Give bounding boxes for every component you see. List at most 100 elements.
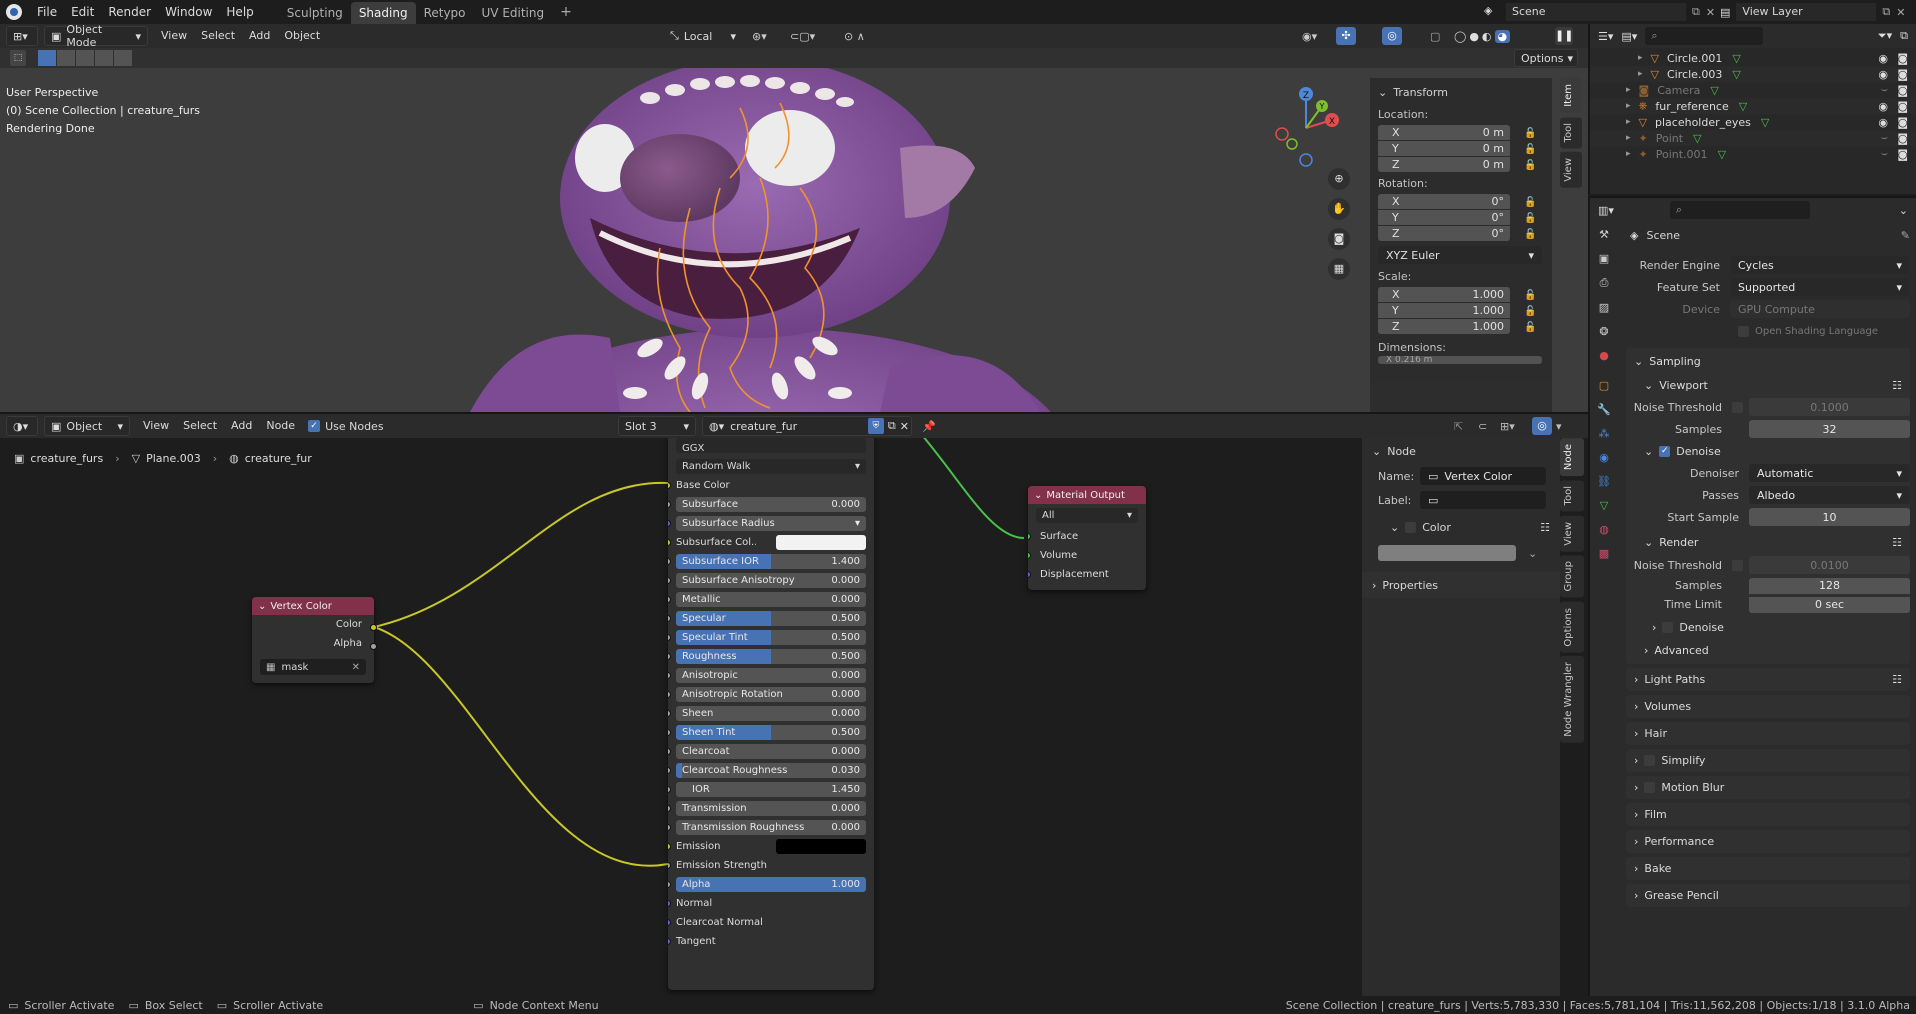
- scene-tab-icon[interactable]: ❂: [1599, 325, 1608, 338]
- world-tab-icon[interactable]: ●: [1599, 349, 1609, 362]
- input-socket[interactable]: [668, 786, 671, 793]
- sidebar-tab-item[interactable]: Item: [1560, 78, 1582, 113]
- filter-icon[interactable]: ⏷▾: [1878, 29, 1892, 43]
- rotation-z-field[interactable]: Z 0°: [1378, 226, 1510, 241]
- constraints-tab-icon[interactable]: ⛓: [1597, 475, 1611, 488]
- noise-checkbox[interactable]: [1732, 401, 1743, 413]
- render-tab-icon[interactable]: ▣: [1599, 252, 1609, 265]
- properties-section-hair[interactable]: › Hair: [1626, 722, 1910, 745]
- input-socket[interactable]: [668, 501, 671, 508]
- options-dropdown[interactable]: Options ▾: [1514, 49, 1578, 67]
- list-icon[interactable]: ☷: [1892, 379, 1902, 392]
- menu-edit[interactable]: Edit: [64, 0, 101, 24]
- visibility-icon[interactable]: ◉▾: [1302, 30, 1317, 43]
- render-denoise-checkbox[interactable]: [1662, 621, 1674, 633]
- time-limit-field[interactable]: 0 sec: [1749, 596, 1910, 613]
- pin-icon[interactable]: ✎: [1901, 229, 1910, 242]
- gizmo-toggle-icon[interactable]: ✣: [1336, 27, 1356, 45]
- input-slider[interactable]: IOR 1.450: [676, 782, 866, 797]
- lock-icon[interactable]: 🔓: [1524, 197, 1536, 208]
- input-socket[interactable]: [668, 843, 671, 850]
- input-socket[interactable]: [668, 900, 671, 907]
- new-collection-icon[interactable]: ⧉: [1900, 29, 1908, 43]
- outliner-row-point-001[interactable]: ▸ ✦ Point.001 ▽ ⌣ ◙: [1590, 146, 1916, 162]
- shader-type-dropdown[interactable]: ▣ Object ▾: [44, 416, 130, 436]
- color-swatch[interactable]: [776, 839, 866, 854]
- render-engine-dropdown[interactable]: Cycles ▾: [1730, 256, 1910, 274]
- color-subpanel-header[interactable]: ⌄ Color ☷: [1362, 514, 1560, 540]
- xray-icon[interactable]: ▢: [1430, 30, 1440, 43]
- use-nodes-checkbox[interactable]: ✓: [308, 420, 321, 432]
- select-tool-icon[interactable]: ⬚: [10, 50, 26, 66]
- rotation-mode-dropdown[interactable]: XYZ Euler ▾: [1378, 246, 1542, 264]
- color-layer-field[interactable]: ▦ mask ✕: [260, 659, 366, 675]
- subtract-selection-icon[interactable]: [76, 50, 94, 66]
- subsurface-method-dropdown[interactable]: Random Walk ▾: [676, 459, 866, 474]
- visibility-eye-icon[interactable]: ◉: [1878, 100, 1888, 113]
- render-camera-icon[interactable]: ◙: [1897, 52, 1908, 65]
- principled-bsdf-node[interactable]: GGX Random Walk ▾ Base Color Subsurface 0.0…: [668, 438, 874, 990]
- remove-scene-icon[interactable]: ✕: [1706, 6, 1715, 19]
- properties-editor-icon[interactable]: ▥▾: [1598, 204, 1614, 217]
- input-socket[interactable]: [668, 577, 671, 584]
- color-output-socket[interactable]: [370, 624, 377, 631]
- workspace-tab-sculpting[interactable]: Sculpting: [279, 2, 351, 24]
- node-sidebar-tab-view[interactable]: View: [1560, 515, 1584, 552]
- fake-user-icon[interactable]: ⛨: [867, 418, 884, 434]
- rotation-y-field[interactable]: Y 0°: [1378, 210, 1510, 225]
- lock-icon[interactable]: 🔓: [1524, 290, 1536, 301]
- input-slider[interactable]: Clearcoat 0.000: [676, 744, 866, 759]
- visibility-eye-icon[interactable]: ◉: [1878, 52, 1888, 65]
- shading-modes[interactable]: ◯ ● ◐ ◕: [1454, 29, 1511, 43]
- transform-orientation-dropdown[interactable]: ⤡ Local ▾: [664, 26, 742, 46]
- input-slider[interactable]: Subsurface IOR 1.400: [676, 554, 866, 569]
- rendered-shading-icon[interactable]: ◕: [1494, 29, 1511, 43]
- view-layer-tab-icon[interactable]: ▨: [1599, 301, 1609, 314]
- outliner-row-fur-reference[interactable]: ▸ ⎈ fur_reference ▽ ◉ ◙: [1590, 98, 1916, 114]
- input-slider[interactable]: Subsurface 0.000: [676, 497, 866, 512]
- properties-options-icon[interactable]: ⌄: [1899, 204, 1908, 217]
- chevron-down-icon[interactable]: ▾: [1556, 420, 1562, 433]
- clear-layer-icon[interactable]: ✕: [352, 662, 360, 673]
- extend-selection-icon[interactable]: [57, 50, 75, 66]
- input-socket[interactable]: [1028, 571, 1031, 578]
- navigation-gizmo[interactable]: X Z Y: [1266, 84, 1346, 170]
- properties-section-motion-blur[interactable]: › Motion Blur: [1626, 776, 1910, 799]
- input-socket[interactable]: [668, 653, 671, 660]
- input-socket[interactable]: [668, 824, 671, 831]
- sampling-header[interactable]: ⌄ Sampling: [1626, 348, 1910, 374]
- input-socket[interactable]: [668, 938, 671, 945]
- output-target-dropdown[interactable]: All ▾: [1036, 508, 1138, 523]
- node-name-field[interactable]: ▭ Vertex Color: [1420, 467, 1546, 485]
- properties-section-bake[interactable]: › Bake: [1626, 857, 1910, 880]
- render-noise-field[interactable]: 0.0100: [1749, 556, 1910, 574]
- node-editor-type-button[interactable]: ◑▾: [6, 416, 38, 436]
- selection-mode-buttons[interactable]: [38, 50, 132, 66]
- properties-section-performance[interactable]: › Performance: [1626, 830, 1910, 853]
- ortho-grid-icon[interactable]: ▦: [1328, 258, 1350, 280]
- object-tab-icon[interactable]: ▢: [1599, 379, 1609, 392]
- unlink-material-icon[interactable]: ✕: [900, 420, 909, 433]
- lock-icon[interactable]: 🔓: [1524, 128, 1536, 139]
- list-icon[interactable]: ☷: [1540, 521, 1550, 534]
- input-socket[interactable]: [668, 729, 671, 736]
- expand-arrow-icon[interactable]: ▸: [1626, 85, 1631, 95]
- lock-icon[interactable]: 🔓: [1524, 160, 1536, 171]
- display-mode-icon[interactable]: ▤▾: [1621, 30, 1637, 43]
- lock-icon[interactable]: 🔓: [1524, 229, 1536, 240]
- properties-section-film[interactable]: › Film: [1626, 803, 1910, 826]
- vertex-color-node[interactable]: ⌄ Vertex Color Color Alpha ▦ mask ✕: [252, 597, 374, 683]
- feature-set-dropdown[interactable]: Supported ▾: [1730, 278, 1910, 296]
- node-color-swatch[interactable]: [1378, 545, 1516, 561]
- outliner-editor-icon[interactable]: ☰▾: [1598, 30, 1613, 43]
- input-slider[interactable]: Transmission Roughness 0.000: [676, 820, 866, 835]
- device-dropdown[interactable]: GPU Compute: [1730, 300, 1910, 318]
- expand-arrow-icon[interactable]: ▸: [1626, 133, 1631, 143]
- input-slider[interactable]: Metallic 0.000: [676, 592, 866, 607]
- invert-selection-icon[interactable]: [95, 50, 113, 66]
- render-camera-icon[interactable]: ◙: [1897, 68, 1908, 81]
- input-socket[interactable]: [668, 710, 671, 717]
- new-selection-icon[interactable]: [38, 50, 56, 66]
- input-socket[interactable]: [668, 748, 671, 755]
- render-camera-icon[interactable]: ◙: [1897, 84, 1908, 97]
